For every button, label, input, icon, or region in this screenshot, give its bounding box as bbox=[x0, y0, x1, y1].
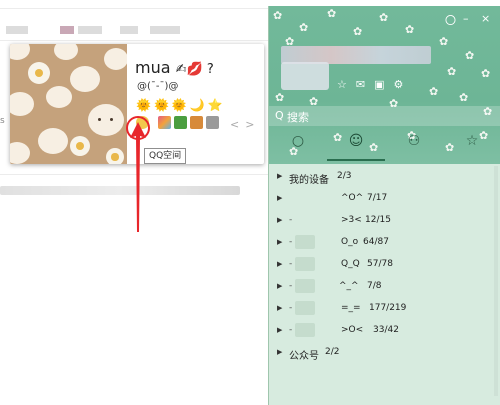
search-icon: Q bbox=[275, 109, 284, 122]
expand-arrow-icon: ▶ bbox=[277, 172, 283, 180]
contact-group[interactable]: ▶ - ^_^ 7/8 bbox=[269, 276, 500, 298]
panel-header: ✿ ✿ ✿ ✿ ✿ ✿ ✿ ✿ ✿ ✿ ✿ ✿ ✿ ✿ ✿ ✿ ✿ ✿ ✿ ✿ … bbox=[269, 6, 500, 164]
pet-icon[interactable] bbox=[190, 116, 203, 129]
expand-arrow-icon: ▶ bbox=[277, 348, 283, 356]
qzone-tooltip: QQ空间 bbox=[144, 148, 187, 164]
group-my-devices[interactable]: ▶ 我的设备 2/3 bbox=[269, 166, 500, 188]
search-input[interactable]: Q 搜索 bbox=[269, 106, 500, 126]
game-icon[interactable] bbox=[174, 116, 187, 129]
expand-arrow-icon: ▶ bbox=[277, 216, 283, 224]
qq-main-panel: ✿ ✿ ✿ ✿ ✿ ✿ ✿ ✿ ✿ ✿ ✿ ✿ ✿ ✿ ✿ ✿ ✿ ✿ ✿ ✿ … bbox=[268, 6, 500, 405]
level-badges: 🌞 🌞 🌞 🌙 ⭐ bbox=[136, 98, 223, 112]
contact-group[interactable]: ▶ - O_o 64/87 bbox=[269, 232, 500, 254]
tab-groups[interactable]: ⚇ bbox=[385, 133, 443, 149]
minimize-button[interactable]: – bbox=[463, 12, 469, 25]
expand-arrow-icon: ▶ bbox=[277, 238, 283, 246]
expand-arrow-icon: ▶ bbox=[277, 304, 283, 312]
moon-icon: 🌙 bbox=[189, 98, 205, 112]
group-public-accounts[interactable]: ▶ 公众号 2/2 bbox=[269, 342, 500, 364]
expand-arrow-icon: ▶ bbox=[277, 326, 283, 334]
divider bbox=[0, 40, 268, 41]
expand-arrow-icon: ▶ bbox=[277, 260, 283, 268]
tab-messages[interactable]: ○ bbox=[269, 133, 327, 149]
bg-blurred-text bbox=[0, 186, 240, 195]
profile-cover-image bbox=[10, 44, 127, 164]
red-arrow-annotation bbox=[130, 122, 146, 232]
nickname-emoji: ✍💋 ? bbox=[175, 62, 214, 77]
expand-arrow-icon: ▶ bbox=[277, 282, 283, 290]
bg-toolbar bbox=[0, 22, 268, 36]
prev-arrow-icon[interactable]: < bbox=[230, 118, 245, 131]
scrollbar[interactable] bbox=[494, 166, 498, 396]
sun-icon: 🌞 bbox=[153, 98, 169, 112]
profile-signature: @(¯-¯)@ bbox=[137, 81, 179, 92]
search-placeholder: 搜索 bbox=[287, 111, 309, 124]
photo-icon[interactable] bbox=[158, 116, 171, 129]
star-icon: ⭐ bbox=[207, 98, 223, 112]
contact-group[interactable]: ▶ - =_= 177/219 bbox=[269, 298, 500, 320]
contact-group[interactable]: ▶ - >O< 33/42 bbox=[269, 320, 500, 342]
sun-icon: 🌞 bbox=[136, 98, 151, 112]
active-tab-indicator bbox=[327, 159, 385, 161]
expand-arrow-icon: ▶ bbox=[277, 194, 283, 202]
star-icon[interactable]: ☆ bbox=[337, 78, 347, 91]
app-icon[interactable]: ▣ bbox=[374, 78, 384, 91]
next-arrow-icon[interactable]: > bbox=[245, 118, 260, 131]
tab-contacts[interactable]: ☺ bbox=[327, 133, 385, 149]
skin-icon[interactable]: 〇 bbox=[445, 12, 456, 28]
avatar[interactable] bbox=[281, 62, 329, 90]
panel-tabs: ○ ☺ ⚇ ☆ bbox=[269, 127, 500, 161]
header-icons: ☆ ✉ ▣ ⚙ bbox=[337, 78, 403, 91]
contact-group[interactable]: ▶ - Q_Q 57/78 bbox=[269, 254, 500, 276]
tab-favorites[interactable]: ☆ bbox=[443, 133, 500, 149]
divider bbox=[0, 8, 268, 9]
gem-icon[interactable] bbox=[206, 116, 219, 129]
sun-icon: 🌞 bbox=[171, 98, 187, 112]
profile-nickname: mua ✍💋 ? bbox=[135, 58, 214, 77]
settings-icon[interactable]: ⚙ bbox=[394, 78, 404, 91]
app-nav-arrows[interactable]: <> bbox=[230, 118, 260, 131]
contact-group[interactable]: ▶ - >3< 12/15 bbox=[269, 210, 500, 232]
mail-icon[interactable]: ✉ bbox=[356, 78, 365, 91]
close-button[interactable]: × bbox=[481, 12, 490, 25]
bg-text: s bbox=[0, 116, 5, 126]
contact-group[interactable]: ▶ ^O^ 7/17 bbox=[269, 188, 500, 210]
